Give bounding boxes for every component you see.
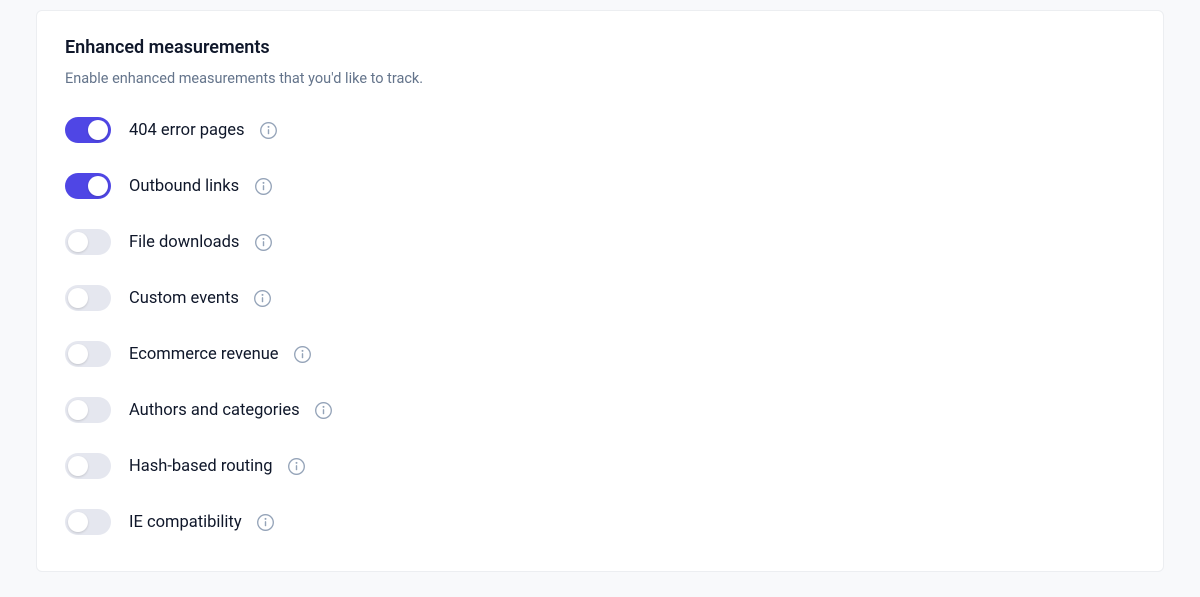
measurement-row-authors-and-categories: Authors and categories: [65, 397, 1135, 423]
toggle-hash-based-routing[interactable]: [65, 453, 111, 479]
toggle-file-downloads[interactable]: [65, 229, 111, 255]
toggle-knob: [68, 344, 88, 364]
measurement-label: Outbound links: [129, 177, 239, 196]
info-icon[interactable]: [256, 512, 276, 532]
measurement-list: 404 error pages Outbound links File down…: [65, 117, 1135, 535]
measurement-label: Hash-based routing: [129, 457, 273, 476]
measurement-row-file-downloads: File downloads: [65, 229, 1135, 255]
toggle-outbound-links[interactable]: [65, 173, 111, 199]
toggle-ie-compatibility[interactable]: [65, 509, 111, 535]
measurement-label: 404 error pages: [129, 121, 245, 140]
measurement-label: File downloads: [129, 233, 239, 252]
info-icon[interactable]: [314, 400, 334, 420]
measurement-row-custom-events: Custom events: [65, 285, 1135, 311]
info-icon[interactable]: [293, 344, 313, 364]
toggle-knob: [68, 288, 88, 308]
card-subtitle: Enable enhanced measurements that you'd …: [65, 70, 1135, 87]
measurement-row-ecommerce-revenue: Ecommerce revenue: [65, 341, 1135, 367]
measurement-row-outbound-links: Outbound links: [65, 173, 1135, 199]
info-icon[interactable]: [253, 176, 273, 196]
toggle-knob: [88, 120, 108, 140]
toggle-knob: [68, 512, 88, 532]
toggle-knob: [88, 176, 108, 196]
enhanced-measurements-card: Enhanced measurements Enable enhanced me…: [36, 10, 1164, 572]
toggle-knob: [68, 456, 88, 476]
info-icon[interactable]: [253, 288, 273, 308]
toggle-ecommerce-revenue[interactable]: [65, 341, 111, 367]
toggle-authors-and-categories[interactable]: [65, 397, 111, 423]
toggle-custom-events[interactable]: [65, 285, 111, 311]
toggle-404-error-pages[interactable]: [65, 117, 111, 143]
measurement-row-404-error-pages: 404 error pages: [65, 117, 1135, 143]
info-icon[interactable]: [253, 232, 273, 252]
measurement-label: Ecommerce revenue: [129, 345, 279, 364]
info-icon[interactable]: [287, 456, 307, 476]
measurement-row-ie-compatibility: IE compatibility: [65, 509, 1135, 535]
measurement-row-hash-based-routing: Hash-based routing: [65, 453, 1135, 479]
card-title: Enhanced measurements: [65, 37, 1135, 58]
toggle-knob: [68, 232, 88, 252]
measurement-label: Custom events: [129, 289, 239, 308]
toggle-knob: [68, 400, 88, 420]
measurement-label: IE compatibility: [129, 513, 242, 532]
info-icon[interactable]: [259, 120, 279, 140]
measurement-label: Authors and categories: [129, 401, 300, 420]
